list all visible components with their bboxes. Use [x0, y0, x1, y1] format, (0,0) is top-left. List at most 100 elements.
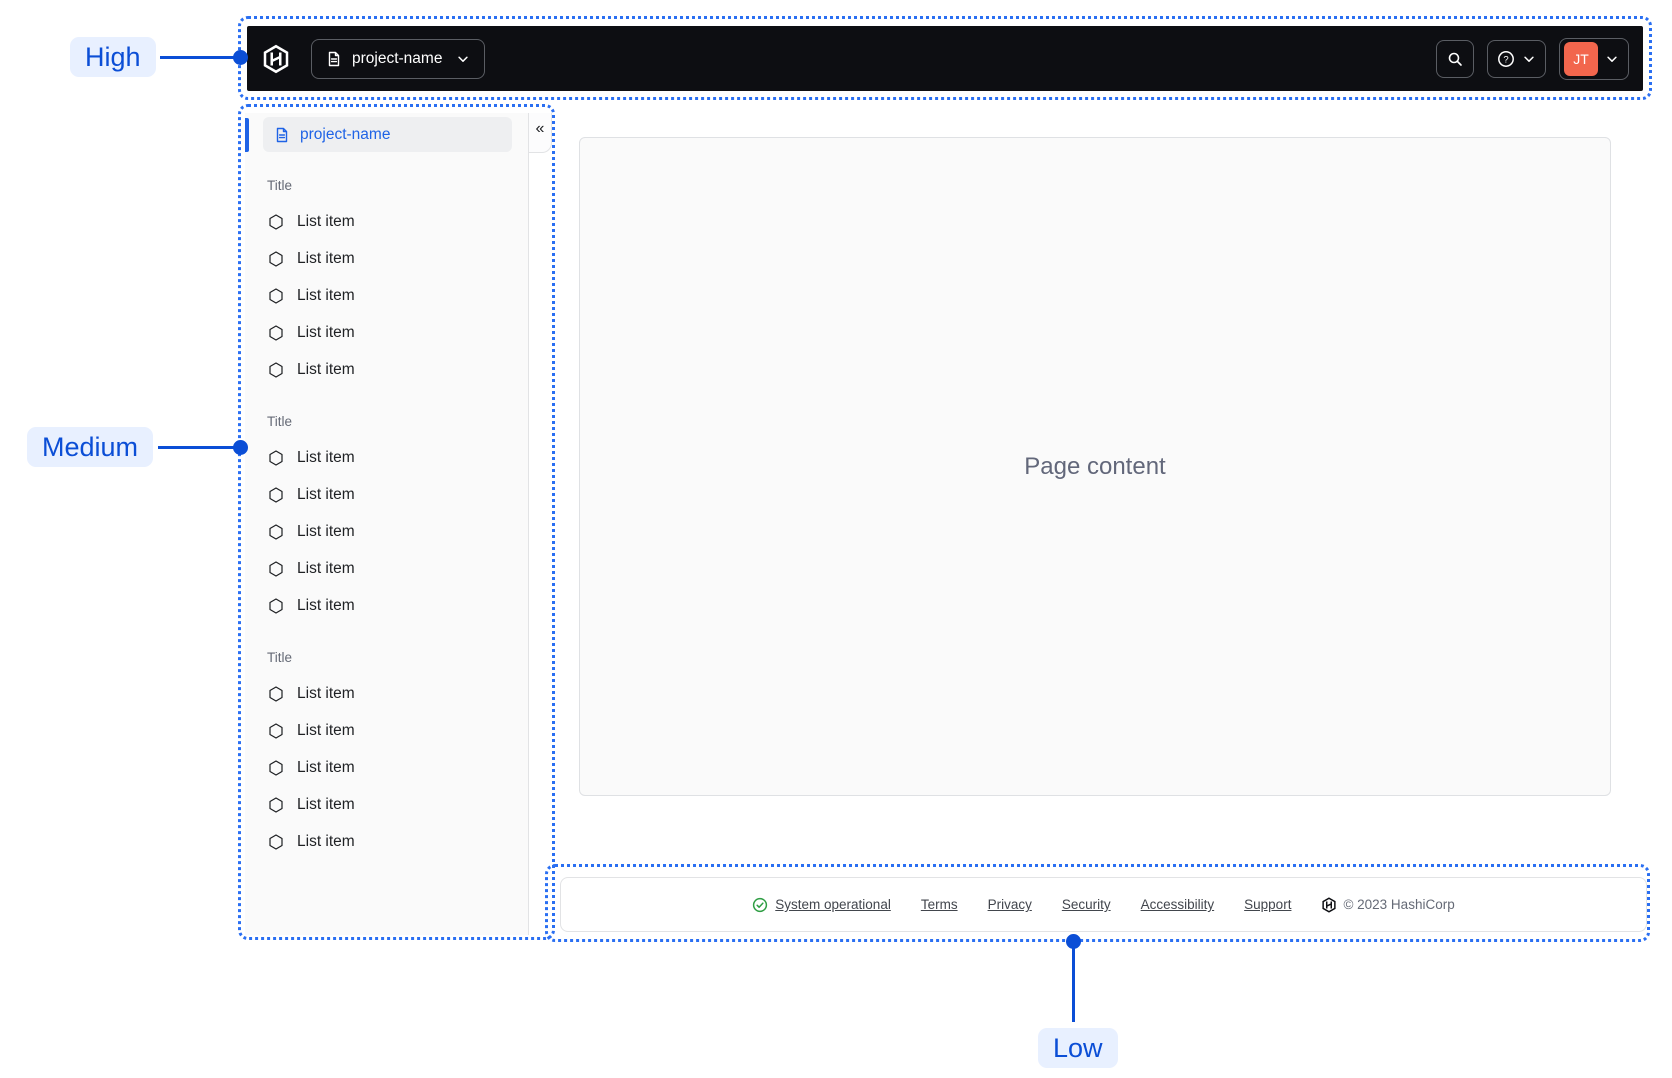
- hexagon-icon: [269, 560, 283, 577]
- sidebar-item[interactable]: List item: [267, 587, 514, 624]
- annotation-label-medium: Medium: [27, 427, 154, 467]
- svg-text:?: ?: [1503, 54, 1508, 65]
- page-content-placeholder: Page content: [1024, 452, 1166, 480]
- sidebar-item-label: List item: [297, 286, 355, 304]
- help-menu-button[interactable]: ?: [1487, 39, 1546, 78]
- annotation-region-medium: project-name Title List item List item L…: [238, 104, 555, 940]
- sidebar-item-label: List item: [297, 596, 355, 614]
- search-icon: [1448, 52, 1462, 66]
- sidebar-item[interactable]: List item: [267, 351, 514, 388]
- annotation-connector-high: [160, 56, 240, 59]
- hashicorp-logo-icon[interactable]: [261, 44, 291, 74]
- sidebar-item-label: List item: [297, 758, 355, 776]
- sidebar-section: Title List item List item List item List…: [267, 176, 514, 388]
- active-accent-bar: [245, 118, 249, 152]
- navbar-actions: ? JT: [1436, 37, 1629, 80]
- side-nav: project-name Title List item List item L…: [245, 113, 529, 935]
- hexagon-icon: [269, 287, 283, 304]
- sidebar-item-label: List item: [297, 448, 355, 466]
- sidebar-item-label: List item: [297, 323, 355, 341]
- sidebar-item-label: List item: [297, 360, 355, 378]
- sidebar-item-label: List item: [297, 832, 355, 850]
- sidebar-item[interactable]: List item: [267, 550, 514, 587]
- sidebar-gutter: «: [529, 113, 552, 935]
- annotation-dot-low: [1066, 934, 1081, 949]
- sidebar-item[interactable]: List item: [267, 439, 514, 476]
- sidebar-item-label: List item: [297, 721, 355, 739]
- sidebar-item[interactable]: List item: [267, 513, 514, 550]
- sidebar-item-label: List item: [297, 485, 355, 503]
- sidebar-item-label: List item: [297, 522, 355, 540]
- file-text-icon: [328, 51, 340, 66]
- annotation-region-low: System operational Terms Privacy Security A…: [545, 864, 1650, 942]
- copyright-text: © 2023 HashiCorp: [1343, 897, 1455, 912]
- help-icon: ?: [1498, 50, 1514, 67]
- hexagon-icon: [269, 796, 283, 813]
- hexagon-icon: [269, 361, 283, 378]
- sidebar-item[interactable]: List item: [267, 476, 514, 513]
- annotation-dot-high: [233, 50, 248, 65]
- hexagon-icon: [269, 324, 283, 341]
- sidebar-collapse-button[interactable]: «: [530, 117, 551, 141]
- annotation-dot-medium: [233, 440, 248, 455]
- footer-links: Terms Privacy Security Accessibility Support: [921, 897, 1292, 912]
- sidebar-section-title: Title: [267, 178, 293, 193]
- check-circle-icon: [753, 897, 768, 912]
- hexagon-icon: [269, 685, 283, 702]
- hexagon-icon: [269, 250, 283, 267]
- hashicorp-logo-icon: [1322, 896, 1337, 913]
- hexagon-icon: [269, 449, 283, 466]
- hexagon-icon: [269, 833, 283, 850]
- sidebar-project-item[interactable]: project-name: [263, 117, 512, 152]
- sidebar-section: Title List item List item List item List…: [267, 412, 514, 624]
- sidebar-item[interactable]: List item: [267, 240, 514, 277]
- chevron-down-icon: [1524, 56, 1534, 62]
- sidebar-item-label: List item: [297, 249, 355, 267]
- sidebar-item-label: List item: [297, 212, 355, 230]
- hexagon-icon: [269, 213, 283, 230]
- footer: System operational Terms Privacy Security A…: [560, 877, 1647, 932]
- page-content-area: Page content: [579, 137, 1611, 796]
- sidebar-section-title: Title: [267, 414, 293, 429]
- annotation-region-high: project-name ? JT: [238, 16, 1652, 100]
- hexagon-icon: [269, 597, 283, 614]
- sidebar-item[interactable]: List item: [267, 823, 514, 860]
- footer-link[interactable]: Privacy: [988, 897, 1032, 912]
- system-status-label: System operational: [775, 897, 891, 912]
- file-text-icon: [276, 127, 288, 142]
- sidebar-item[interactable]: List item: [267, 712, 514, 749]
- chevron-down-icon: [458, 56, 469, 62]
- top-navbar: project-name ? JT: [247, 26, 1643, 91]
- sidebar-item-label: List item: [297, 795, 355, 813]
- footer-copyright: © 2023 HashiCorp: [1321, 896, 1455, 913]
- footer-link[interactable]: Support: [1244, 897, 1291, 912]
- sidebar-item-label: List item: [297, 559, 355, 577]
- sidebar-item[interactable]: List item: [267, 675, 514, 712]
- avatar: JT: [1564, 41, 1598, 76]
- hexagon-icon: [269, 759, 283, 776]
- sidebar-item[interactable]: List item: [267, 277, 514, 314]
- sidebar-item[interactable]: List item: [267, 203, 514, 240]
- sidebar-section: Title List item List item List item List…: [267, 648, 514, 860]
- project-selector-button[interactable]: project-name: [311, 38, 486, 79]
- footer-link[interactable]: Accessibility: [1141, 897, 1215, 912]
- sidebar-sections: Title List item List item List item List…: [245, 176, 528, 860]
- footer-link[interactable]: Terms: [921, 897, 958, 912]
- footer-link[interactable]: Security: [1062, 897, 1111, 912]
- hexagon-icon: [269, 523, 283, 540]
- user-menu-button[interactable]: JT: [1559, 37, 1629, 80]
- sidebar-item[interactable]: List item: [267, 786, 514, 823]
- sidebar-item[interactable]: List item: [267, 749, 514, 786]
- sidebar-item[interactable]: List item: [267, 314, 514, 351]
- annotation-connector-medium: [158, 446, 240, 449]
- sidebar-item-label: List item: [297, 684, 355, 702]
- chevron-down-icon: [1607, 56, 1617, 62]
- hexagon-icon: [269, 486, 283, 503]
- annotation-label-low: Low: [1038, 1028, 1118, 1068]
- project-selector-label: project-name: [352, 49, 443, 67]
- annotation-connector-low: [1072, 948, 1075, 1022]
- annotation-label-high: High: [70, 37, 156, 77]
- sidebar-project-label: project-name: [300, 125, 391, 143]
- system-status-link[interactable]: System operational: [752, 897, 891, 913]
- search-button[interactable]: [1436, 39, 1474, 78]
